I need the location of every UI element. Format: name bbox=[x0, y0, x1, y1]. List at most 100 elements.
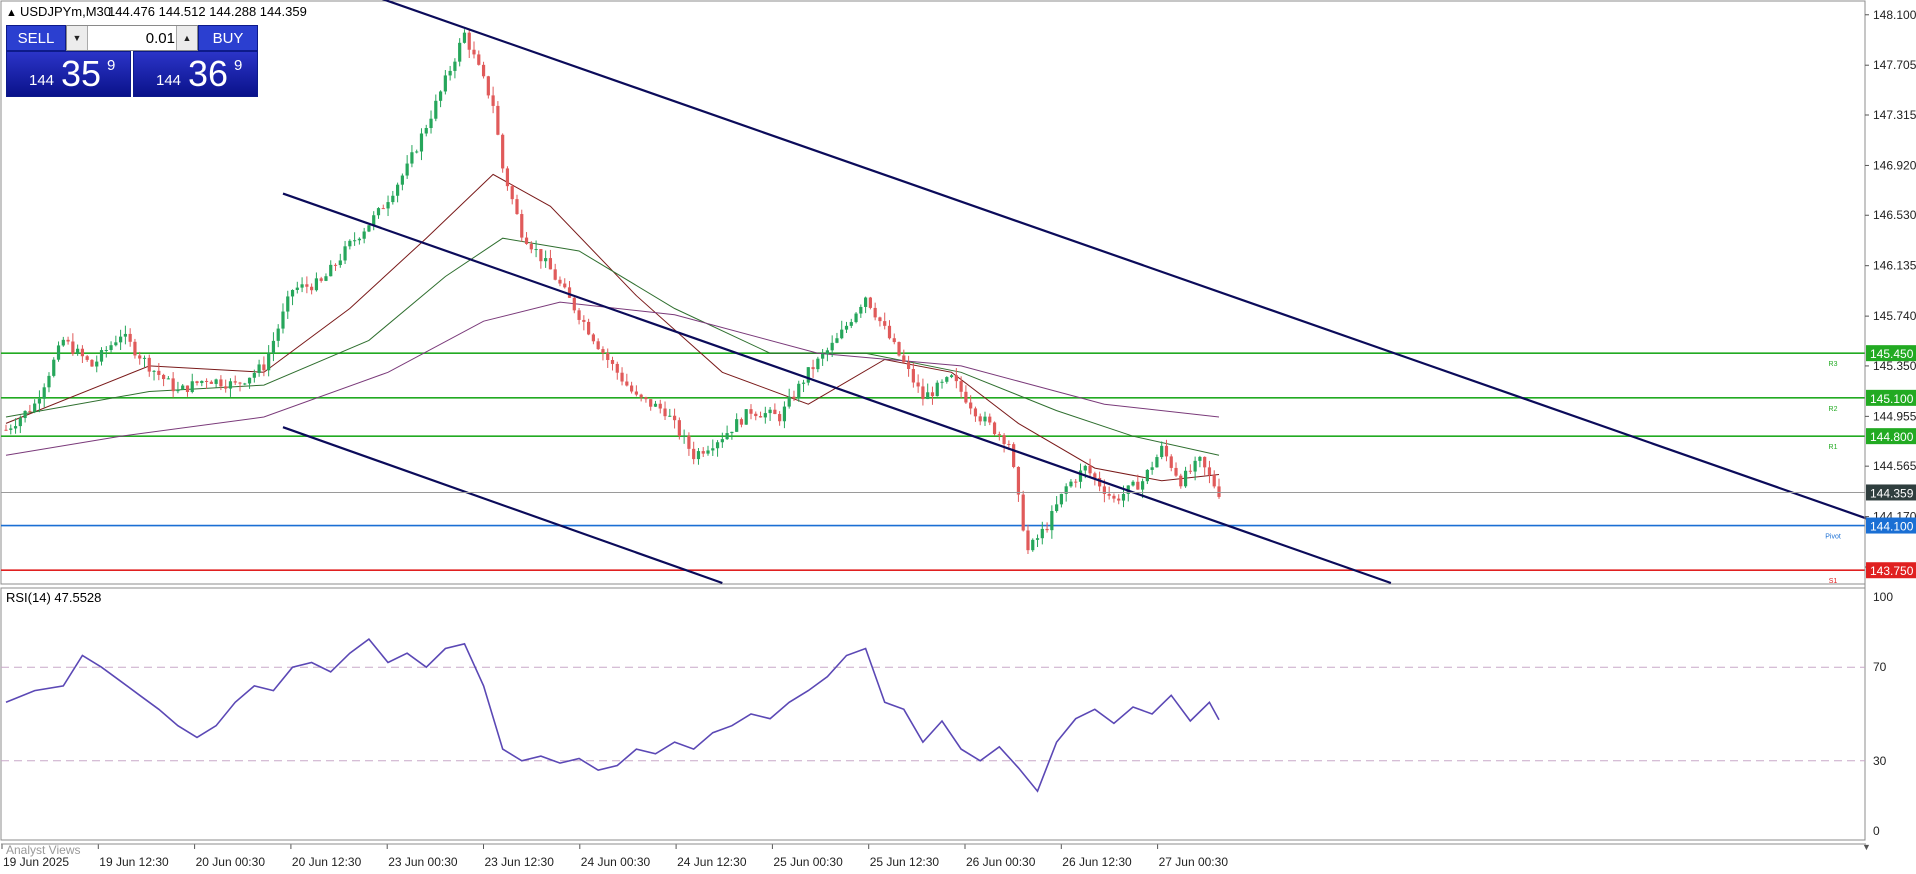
candle-body bbox=[725, 433, 729, 440]
candle-body bbox=[1021, 494, 1025, 531]
candle-body bbox=[792, 396, 796, 399]
candle-body bbox=[4, 429, 8, 431]
symbol-collapse-icon[interactable]: ▲ bbox=[6, 7, 17, 19]
candle-body bbox=[410, 152, 414, 164]
analyst-views-tab[interactable]: Analyst Views bbox=[6, 843, 80, 857]
candle-body bbox=[1179, 475, 1183, 487]
candle-body bbox=[357, 238, 361, 241]
candle-body bbox=[1131, 481, 1135, 486]
sell-price-big: 35 bbox=[61, 53, 102, 94]
candle-body bbox=[997, 434, 1001, 436]
candle-body bbox=[1183, 470, 1188, 487]
candle-body bbox=[653, 403, 658, 407]
candle-body bbox=[572, 297, 576, 311]
candle-body bbox=[620, 372, 624, 382]
rsi-tick-label: 70 bbox=[1873, 660, 1887, 674]
candle-body bbox=[419, 133, 424, 152]
candle-body bbox=[209, 381, 213, 384]
candle-body bbox=[477, 54, 481, 65]
candle-body bbox=[524, 237, 529, 244]
candle-body bbox=[1198, 456, 1202, 461]
candle-body bbox=[1083, 465, 1087, 471]
buy-button[interactable]: BUY bbox=[198, 25, 258, 51]
candle-body bbox=[582, 319, 586, 322]
candle-body bbox=[715, 442, 720, 449]
candle-body bbox=[844, 325, 849, 330]
sell-quote[interactable]: 144 35 9 bbox=[6, 51, 131, 97]
candle-body bbox=[28, 410, 32, 412]
candle-body bbox=[1140, 481, 1145, 490]
candle-body bbox=[1193, 460, 1197, 472]
candle-body bbox=[1074, 481, 1078, 483]
candle-body bbox=[18, 418, 22, 427]
level-price-label: 144.800 bbox=[1870, 430, 1914, 444]
chart-svg[interactable]: 148.100 147.705 147.315 146.920 146.530 146.1… bbox=[0, 0, 1916, 874]
candle-body bbox=[42, 387, 46, 399]
time-tick-label: 19 Jun 2025 bbox=[3, 855, 69, 869]
level-tag: R1 bbox=[1829, 444, 1838, 451]
candle-body bbox=[735, 419, 739, 432]
candle-body bbox=[467, 32, 471, 50]
candle-body bbox=[878, 317, 882, 322]
candle-body bbox=[1150, 467, 1154, 470]
candle-body bbox=[854, 313, 858, 323]
candle-body bbox=[415, 151, 419, 153]
candle-body bbox=[238, 382, 242, 384]
candle-body bbox=[1078, 470, 1083, 482]
level-price-label: 144.100 bbox=[1870, 520, 1914, 534]
candle-body bbox=[66, 339, 70, 342]
candle-body bbox=[204, 380, 209, 382]
sell-button[interactable]: SELL bbox=[6, 25, 66, 51]
candle-body bbox=[821, 354, 825, 359]
candle-body bbox=[754, 413, 758, 417]
candle-body bbox=[224, 386, 228, 389]
candle-body bbox=[400, 175, 404, 185]
candle-body bbox=[501, 134, 505, 169]
lot-size-field[interactable]: ▼ ▲ bbox=[66, 25, 198, 51]
candle-body bbox=[281, 311, 285, 329]
candle-body bbox=[185, 385, 190, 393]
lot-decrease-icon[interactable]: ▼ bbox=[67, 26, 88, 50]
candle-body bbox=[711, 448, 715, 451]
lot-increase-icon[interactable]: ▲ bbox=[176, 26, 197, 50]
price-axis: 148.100 147.705 147.315 146.920 146.530 146.1… bbox=[1864, 1, 1916, 840]
candle-body bbox=[768, 409, 772, 414]
time-axis: 19 Jun 2025 19 Jun 12:30 20 Jun 00:30 20 Ju… bbox=[1, 844, 1228, 869]
time-tick-label: 25 Jun 12:30 bbox=[870, 855, 940, 869]
candle-body bbox=[773, 409, 777, 415]
candle-body bbox=[462, 32, 467, 43]
candle-body bbox=[701, 451, 705, 454]
candle-body bbox=[1117, 498, 1121, 501]
candle-body bbox=[1107, 493, 1111, 496]
candle-body bbox=[739, 419, 744, 425]
candle-body bbox=[233, 381, 237, 383]
candle-body bbox=[90, 359, 94, 367]
candle-body bbox=[911, 368, 915, 383]
buy-price-big: 36 bbox=[188, 53, 229, 94]
one-click-trading-panel: SELL ▼ ▲ BUY 144 35 9 144 36 9 bbox=[6, 25, 258, 97]
candle-body bbox=[262, 364, 266, 371]
lot-size-input[interactable] bbox=[89, 26, 175, 50]
candle-body bbox=[99, 350, 104, 362]
candle-body bbox=[324, 276, 328, 281]
candle-body bbox=[181, 385, 185, 390]
candle-body bbox=[472, 49, 476, 55]
candle-body bbox=[219, 379, 223, 387]
candle-body bbox=[114, 342, 118, 346]
candle-body bbox=[744, 409, 748, 425]
candle-body bbox=[1088, 465, 1092, 474]
candle-body bbox=[1203, 456, 1207, 468]
candle-body bbox=[1207, 467, 1212, 475]
level-tag: R2 bbox=[1829, 406, 1838, 413]
candle-body bbox=[491, 95, 495, 106]
buy-quote[interactable]: 144 36 9 bbox=[133, 51, 258, 97]
price-tick-label: 147.315 bbox=[1873, 108, 1916, 122]
candle-body bbox=[945, 377, 949, 382]
candle-body bbox=[973, 408, 978, 417]
level-tag: Pivot bbox=[1825, 534, 1841, 541]
ohlc-values: 144.476 144.512 144.288 144.359 bbox=[108, 4, 307, 19]
candle-body bbox=[706, 450, 710, 454]
candle-body bbox=[849, 322, 853, 326]
candle-body bbox=[587, 321, 591, 335]
candle-body bbox=[319, 278, 323, 281]
